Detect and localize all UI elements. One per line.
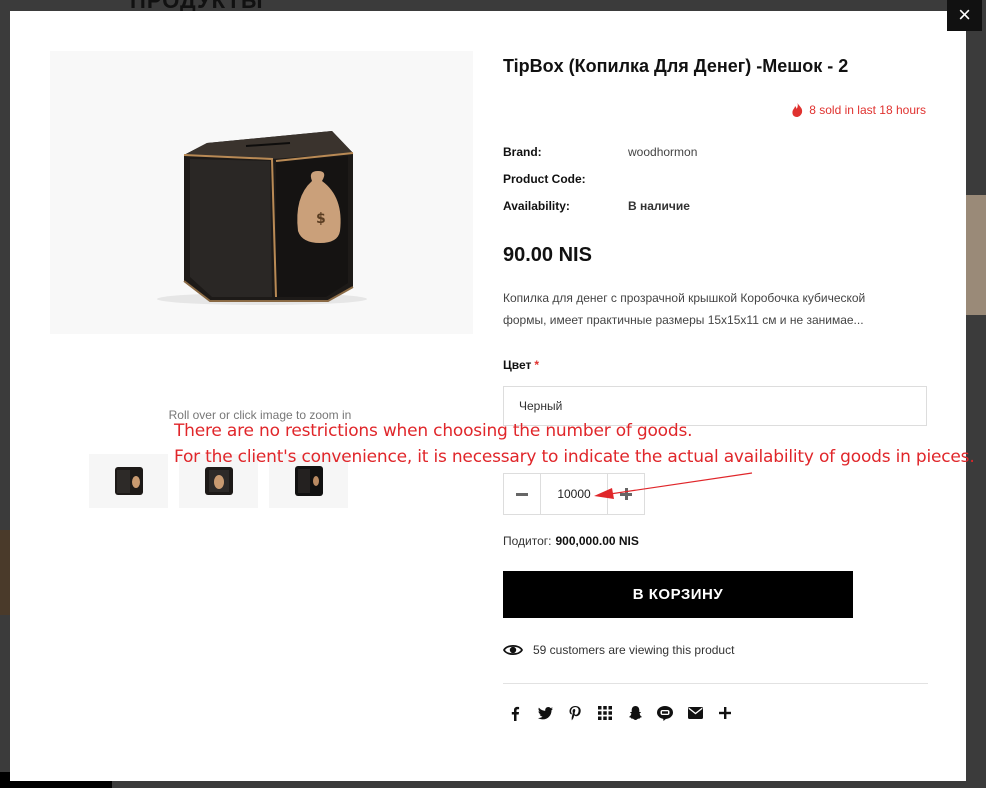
subtotal-value: 900,000.00 NIS (555, 534, 639, 548)
product-price: 90.00 NIS (503, 244, 592, 266)
divider (503, 683, 928, 684)
subtotal: Подитог: 900,000.00 NIS (503, 534, 639, 548)
availability-label: Availability: (503, 199, 570, 213)
quantity-input[interactable]: 10000 (541, 473, 607, 515)
brand-value[interactable]: woodhormon (628, 145, 697, 159)
close-button[interactable]: × (947, 0, 982, 31)
annotation-line-2: For the client's convenience, it is nece… (174, 447, 975, 467)
sold-text: 8 sold in last 18 hours (809, 103, 926, 117)
share-bar (507, 705, 733, 721)
add-to-cart-button[interactable]: В КОРЗИНУ (503, 571, 853, 618)
color-label-text: Цвет (503, 358, 532, 372)
product-code-label: Product Code: (503, 172, 586, 186)
quantity-increase-button[interactable] (607, 473, 645, 515)
line-icon[interactable] (657, 705, 673, 721)
more-icon[interactable] (717, 705, 733, 721)
annotation-line-1: There are no restrictions when choosing … (174, 421, 693, 441)
pinterest-icon[interactable] (567, 705, 583, 721)
quantity-stepper: 10000 (503, 473, 645, 515)
plus-icon (620, 488, 632, 500)
close-icon: × (958, 2, 971, 27)
twitter-icon[interactable] (537, 705, 553, 721)
color-label: Цвет * (503, 358, 539, 372)
facebook-icon[interactable] (507, 705, 523, 721)
minus-icon (516, 492, 528, 496)
subtotal-label: Подитог: (503, 534, 552, 548)
background-product-image (0, 530, 10, 615)
viewing-text: 59 customers are viewing this product (533, 643, 735, 657)
svg-text:$: $ (316, 211, 326, 227)
product-title: TipBox (Копилка Для Денег) -Мешок - 2 (503, 56, 849, 76)
thumbnail-1[interactable] (89, 454, 168, 508)
snapchat-icon[interactable] (627, 705, 643, 721)
viewing-indicator: 59 customers are viewing this product (503, 643, 734, 657)
email-icon[interactable] (687, 705, 703, 721)
required-mark: * (534, 358, 540, 372)
availability-value: В наличие (628, 199, 690, 213)
brand-label: Brand: (503, 145, 542, 159)
quick-view-modal: $ Roll over or click image to zoom in Ti… (10, 11, 975, 781)
product-description: Копилка для денег с прозрачной крышкой К… (503, 291, 866, 327)
color-select[interactable]: Черный (503, 386, 927, 426)
grid-icon[interactable] (597, 705, 613, 721)
product-main-image[interactable]: $ (50, 51, 473, 334)
zoom-hint: Roll over or click image to zoom in (168, 408, 352, 422)
quantity-decrease-button[interactable] (503, 473, 541, 515)
sold-indicator: 8 sold in last 18 hours (792, 103, 926, 117)
eye-icon (503, 644, 523, 656)
fire-icon (792, 103, 803, 117)
